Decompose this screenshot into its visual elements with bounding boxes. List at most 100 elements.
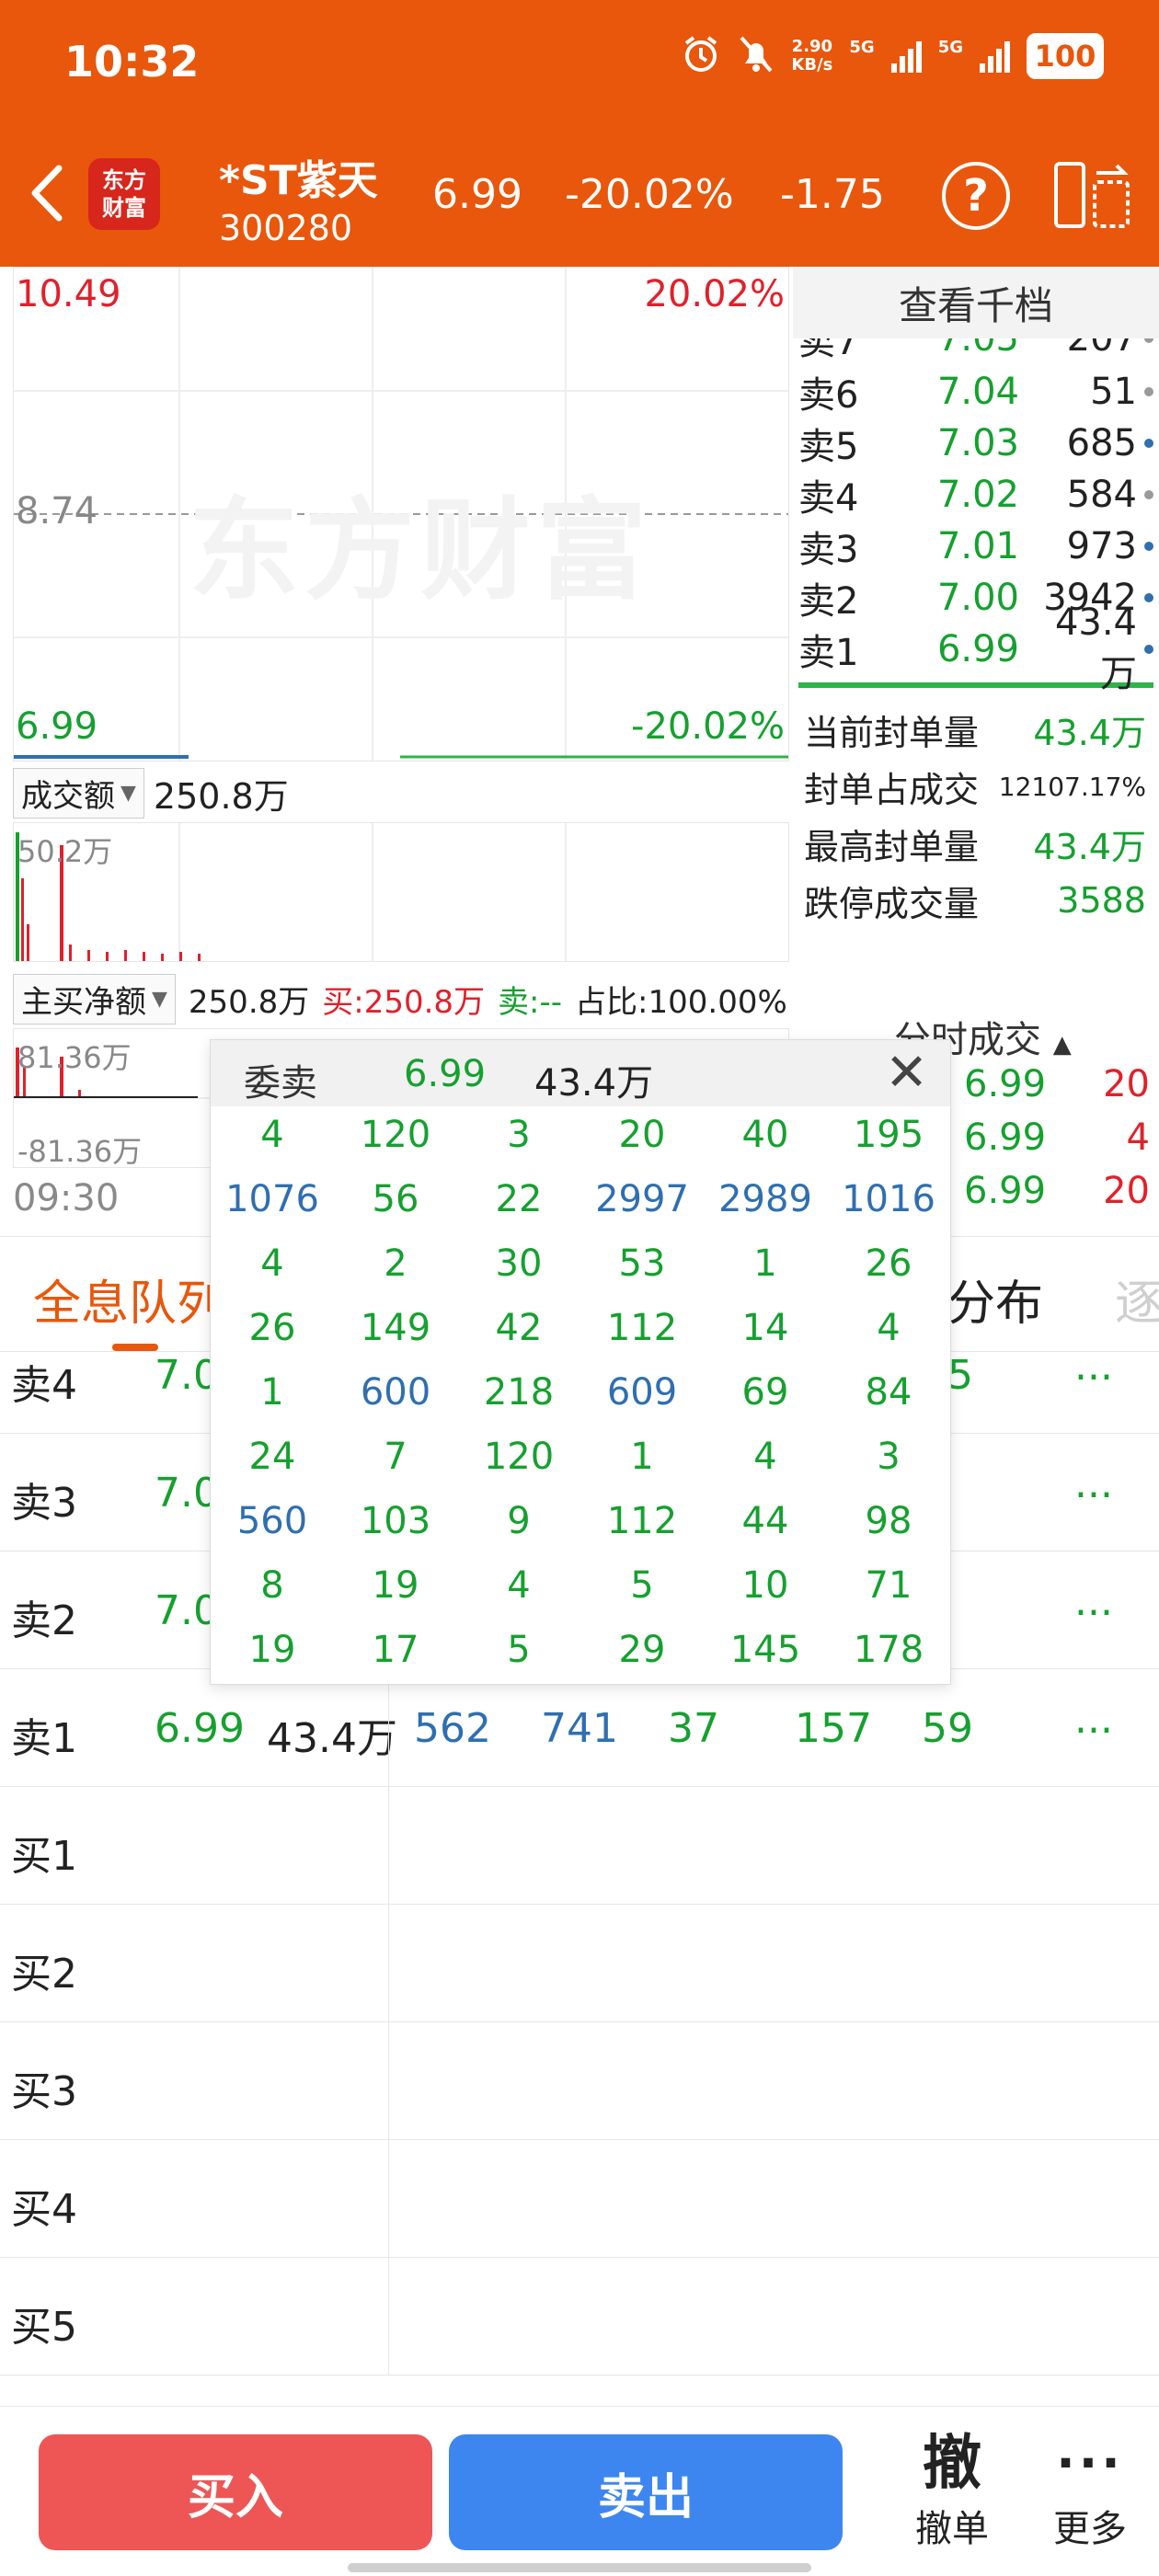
queue-row[interactable]: 买4: [0, 2139, 1159, 2258]
status-dot: [1144, 387, 1153, 396]
queue-more-button[interactable]: ...: [1074, 1696, 1113, 1743]
queue-row[interactable]: 买3: [0, 2021, 1159, 2140]
popup-order-cell: 71: [865, 1564, 912, 1607]
ob-qty: 685: [1066, 422, 1137, 464]
info-row-current-seal: 当前封单量 43.4万: [793, 701, 1159, 758]
ob-price: 7.05: [936, 338, 1019, 360]
back-button[interactable]: [24, 161, 70, 225]
ob-label: 卖4: [798, 477, 859, 520]
queue-order-cell: 562: [414, 1705, 491, 1752]
volume-chart: 50.2万: [13, 822, 789, 962]
header-change-pct: -20.02%: [565, 171, 734, 218]
trade-qty: 4: [1126, 1116, 1150, 1159]
queue-divider: [388, 1668, 389, 1786]
queue-row-label: 买3: [11, 2068, 77, 2115]
close-icon[interactable]: ✕: [885, 1046, 928, 1101]
popup-order-cell: 7: [384, 1436, 407, 1478]
popup-order-cell: 44: [741, 1500, 789, 1542]
stock-name: *ST紫天: [219, 157, 378, 204]
queue-row-volume: 43.4万: [267, 1715, 397, 1762]
speed-value: 2.90: [791, 37, 833, 56]
logo-text-1: 东方: [102, 167, 146, 193]
app-logo: 东方 财富: [88, 158, 160, 230]
popup-price: 6.99: [404, 1053, 487, 1095]
sell-button[interactable]: 卖出: [449, 2434, 843, 2550]
queue-row[interactable]: 买5: [0, 2257, 1159, 2376]
popup-order-cell: 40: [741, 1114, 789, 1156]
chart-low-pct: -20.02%: [631, 705, 785, 748]
info-value: 43.4万: [1033, 826, 1146, 867]
ob-label: 卖5: [798, 426, 859, 468]
popup-order-cell: 112: [606, 1500, 678, 1542]
queue-more-button[interactable]: ...: [1074, 1578, 1113, 1625]
info-value: 43.4万: [1033, 712, 1146, 753]
popup-order-cell: 145: [729, 1629, 801, 1671]
ob-qty: 973: [1066, 525, 1137, 567]
ob-price: 6.99: [936, 628, 1019, 670]
switch-screen-icon: [1054, 162, 1130, 228]
battery-indicator: 100: [1027, 33, 1104, 79]
more-button[interactable]: ··· 更多: [1039, 2429, 1141, 2552]
orderbook-row[interactable]: 卖5 7.03 685: [793, 418, 1159, 469]
queue-order-cell: 741: [541, 1705, 618, 1752]
caret-down-icon: ▼: [120, 781, 136, 805]
view-1000-levels-button[interactable]: 查看千档: [793, 267, 1159, 338]
mute-bell-icon: [738, 34, 775, 78]
speed-unit: KB/s: [791, 55, 833, 74]
flow-dropdown-label: 主买净额: [21, 983, 146, 1021]
ob-qty: 584: [1066, 474, 1137, 516]
queue-divider: [388, 2021, 389, 2139]
orderbook-row[interactable]: 卖6 7.04 51: [793, 366, 1159, 418]
queue-row-label: 买1: [11, 1833, 77, 1880]
volume-axis-max: 50.2万: [17, 834, 113, 869]
popup-title: 委卖: [244, 1062, 317, 1105]
buy-button[interactable]: 买入: [39, 2434, 432, 2550]
queue-row[interactable]: 买2: [0, 1904, 1159, 2022]
logo-text-2: 财富: [102, 195, 146, 221]
orderbook-row[interactable]: 卖4 7.02 584: [793, 469, 1159, 521]
switch-layout-button[interactable]: [1052, 158, 1131, 232]
queue-row[interactable]: 卖1 6.99 43.4万 562 741 37 157 59...: [0, 1668, 1159, 1787]
queue-divider: [388, 2257, 389, 2375]
ob-price: 7.02: [936, 474, 1019, 516]
signal-icon-2: [980, 40, 1010, 73]
help-button[interactable]: ?: [942, 162, 1010, 230]
intraday-chart[interactable]: 东方财富 10.49 20.02% 8.74 6.99 -20.02%: [13, 267, 789, 761]
queue-row[interactable]: 买1: [0, 1786, 1159, 1905]
bottom-toolbar: 买入 卖出 撤 撤单 ··· 更多: [0, 2406, 1159, 2576]
ob-price: 7.00: [936, 577, 1019, 619]
popup-order-cell: 9: [507, 1500, 531, 1542]
popup-order-cell: 53: [618, 1242, 666, 1285]
orderbook-row[interactable]: 卖7 7.05 207: [793, 338, 1159, 364]
flow-dropdown[interactable]: 主买净额 ▼: [13, 973, 176, 1025]
info-row-max-seal: 最高封单量 43.4万: [793, 815, 1159, 872]
trade-qty: 20: [1103, 1170, 1150, 1212]
status-dot: [1144, 439, 1153, 448]
orderbook-row[interactable]: 卖3 7.01 973: [793, 521, 1159, 572]
trade-qty: 20: [1103, 1063, 1150, 1105]
cancel-order-icon: 撤: [923, 2430, 981, 2498]
popup-order-cell: 4: [753, 1436, 777, 1478]
queue-row-label: 买5: [11, 2304, 77, 2351]
popup-order-cell: 600: [360, 1371, 431, 1414]
trade-price: 6.99: [964, 1116, 1047, 1159]
popup-order-cell: 218: [483, 1371, 555, 1414]
cancel-order-button[interactable]: 撤 撤单: [901, 2429, 1003, 2552]
queue-row-price: 6.99: [155, 1705, 245, 1752]
popup-order-cell: 42: [495, 1307, 543, 1349]
popup-order-cell: 3: [877, 1436, 901, 1478]
popup-order-cell: 1: [630, 1436, 654, 1478]
ob-label: 卖6: [798, 374, 859, 417]
popup-order-cell: 5: [507, 1629, 531, 1671]
volume-header: 成交额 ▼ 250.8万: [13, 765, 787, 820]
info-label: 当前封单量: [804, 712, 980, 753]
queue-order-cell: 37: [668, 1705, 719, 1752]
ob-qty: 207: [1066, 338, 1137, 360]
popup-order-cell: 19: [248, 1629, 296, 1671]
queue-more-button[interactable]: ...: [1074, 1460, 1113, 1507]
volume-dropdown[interactable]: 成交额 ▼: [13, 767, 144, 819]
orderbook-row[interactable]: 卖1 6.99 43.4万: [793, 601, 1159, 695]
queue-divider: [388, 1904, 389, 2021]
queue-more-button[interactable]: ...: [1074, 1343, 1113, 1390]
popup-order-cell: 120: [360, 1114, 431, 1156]
